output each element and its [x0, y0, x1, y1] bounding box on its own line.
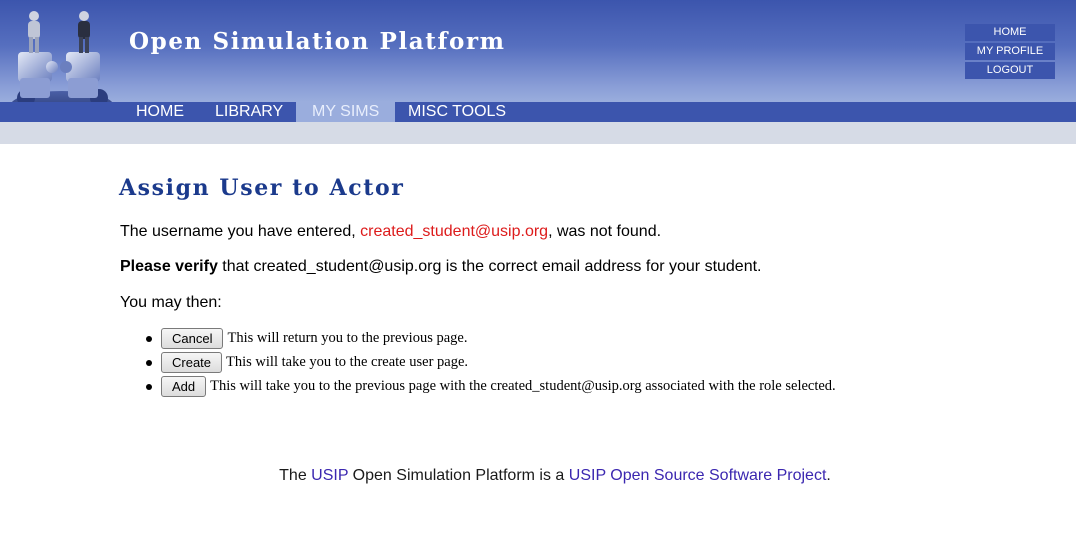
main-nav: HOME LIBRARY MY SIMS MISC TOOLS: [0, 102, 1076, 122]
top-link-home[interactable]: HOME: [965, 24, 1055, 41]
bullet-icon: [146, 336, 152, 342]
footer: The USIP Open Simulation Platform is a U…: [0, 467, 1076, 485]
top-link-my-profile[interactable]: MY PROFILE: [965, 43, 1055, 60]
create-description: This will take you to the create user pa…: [226, 354, 469, 370]
verify-rest: that created_student@usip.org is the cor…: [217, 258, 762, 275]
site-header: Open Simulation Platform HOME MY PROFILE…: [0, 0, 1076, 124]
verify-message: Please verify that created_student@usip.…: [120, 258, 762, 276]
verify-bold: Please verify: [120, 258, 218, 275]
username-value: created_student@usip.org: [360, 223, 549, 240]
cancel-description: This will return you to the previous pag…: [227, 330, 468, 346]
then-text: You may then:: [120, 294, 222, 311]
nav-item-home[interactable]: HOME: [120, 102, 200, 122]
add-description: This will take you to the previous page …: [210, 378, 836, 394]
nav-item-my-sims[interactable]: MY SIMS: [296, 102, 396, 122]
footer-middle: Open Simulation Platform is a: [348, 467, 569, 484]
top-links: HOME MY PROFILE LOGOUT: [965, 24, 1055, 81]
list-item: Add This will take you to the previous pa…: [120, 376, 836, 400]
nav-item-misc-tools[interactable]: MISC TOOLS: [392, 102, 522, 122]
nav-item-library[interactable]: LIBRARY: [199, 102, 299, 122]
site-title: Open Simulation Platform: [129, 28, 506, 55]
not-found-suffix: , was not found.: [548, 223, 662, 240]
top-link-logout[interactable]: LOGOUT: [965, 62, 1055, 79]
list-item: Create This will take you to the create u…: [120, 352, 836, 376]
list-item: Cancel This will return you to the previo…: [120, 328, 836, 352]
bullet-icon: [146, 384, 152, 390]
cancel-button[interactable]: Cancel: [161, 328, 224, 349]
create-button[interactable]: Create: [161, 352, 223, 373]
footer-prefix: The: [279, 467, 312, 484]
sub-nav-bar: [0, 122, 1076, 144]
footer-suffix: .: [826, 467, 831, 484]
not-found-prefix: The username you have entered,: [120, 223, 361, 240]
usip-link[interactable]: USIP: [311, 467, 348, 484]
page-title: Assign User to Actor: [119, 175, 405, 201]
bullet-icon: [146, 360, 152, 366]
add-button[interactable]: Add: [161, 376, 207, 397]
options-list: Cancel This will return you to the previo…: [120, 328, 836, 400]
usip-project-link[interactable]: USIP Open Source Software Project: [569, 467, 827, 484]
not-found-message: The username you have entered, created_s…: [120, 223, 661, 241]
